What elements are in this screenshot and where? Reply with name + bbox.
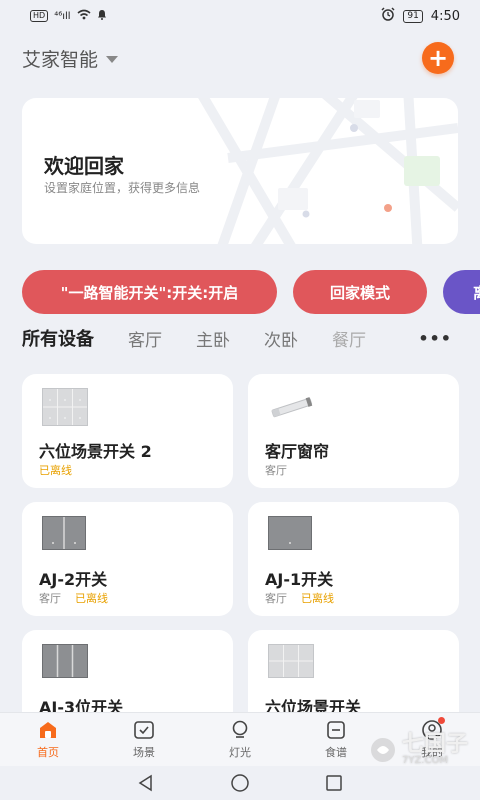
device-status: 已离线 [75,592,108,605]
device-room: 客厅 [265,592,287,605]
welcome-card[interactable]: 欢迎回家 设置家庭位置，获得更多信息 [22,98,458,244]
six-scene-switch-icon [268,644,314,678]
wifi-icon [77,9,91,23]
nav-home[interactable]: 首页 [18,719,78,760]
nav-home-label: 首页 [37,746,59,759]
device-card[interactable]: AJ-1开关 客厅 已离线 [248,502,459,616]
device-meta: 客厅 已离线 [39,590,108,606]
nav-light[interactable]: 灯光 [210,719,270,760]
clock: 4:50 [430,8,460,24]
header: 艾家智能 + [0,38,480,78]
scene-icon [134,721,154,739]
home-icon [40,722,56,738]
scene-chip-row: "一路智能开关":开关:开启 回家模式 离 [22,270,480,314]
device-name: AJ-2开关 [39,570,108,589]
recipe-icon [327,721,345,739]
back-icon[interactable] [137,774,155,792]
tab-second-bedroom[interactable]: 次卧 [264,326,298,351]
status-left: HD ⁴⁶ıll [30,9,107,23]
scene-chip-smart-switch[interactable]: "一路智能开关":开关:开启 [22,270,277,314]
map-illustration [198,98,458,244]
device-card[interactable]: 六位场景开关 2 已离线 [22,374,233,488]
device-room: 客厅 [39,592,61,605]
curtain-motor-icon [271,397,313,418]
room-tabs: 所有设备 客厅 主卧 次卧 餐厅 [22,322,480,354]
device-meta: 客厅 已离线 [265,590,334,606]
hd-icon: HD [30,10,49,22]
nav-scene[interactable]: 场景 [114,719,174,760]
two-gang-switch-icon [42,516,86,550]
nav-recipe[interactable]: 食谱 [306,719,366,760]
home-selector[interactable]: 艾家智能 [22,45,119,72]
device-name: 六位场景开关 2 [39,442,152,461]
nav-light-label: 灯光 [229,746,251,759]
device-card[interactable]: AJ-2开关 客厅 已离线 [22,502,233,616]
nav-recipe-label: 食谱 [325,746,347,759]
device-status: 已离线 [39,464,72,477]
welcome-title: 欢迎回家 [44,154,124,178]
watermark: 七国子 7YZ.COM [368,734,468,766]
system-nav-bar [0,766,480,800]
watermark-url: 7YZ.COM [401,755,448,766]
device-card[interactable]: 客厅窗帘 客厅 [248,374,459,488]
alarm-icon [381,7,395,25]
add-button[interactable]: + [422,42,454,74]
home-name: 艾家智能 [22,48,99,71]
three-gang-switch-icon [42,644,88,678]
nav-scene-label: 场景 [133,746,155,759]
battery-icon: 91 [403,9,423,23]
device-meta: 已离线 [39,462,72,478]
status-right: 91 4:50 [381,7,460,25]
watermark-text: 七国子 [401,732,468,757]
device-name: 客厅窗帘 [265,442,330,461]
bulb-icon [232,720,248,738]
notification-dot [438,717,445,724]
caret-down-icon [106,55,119,63]
scene-chip-leave[interactable]: 离 [443,270,480,314]
tab-living-room[interactable]: 客厅 [128,326,162,351]
status-bar: HD ⁴⁶ıll 91 4:50 [0,0,480,32]
watermark-logo-icon [370,738,395,762]
device-meta: 客厅 [265,462,287,478]
notification-bell-icon [97,9,107,23]
signal-icon: ⁴⁶ıll [54,10,71,22]
tab-dining-room[interactable]: 餐厅 [332,326,366,351]
six-scene-switch-icon [42,388,88,426]
home-circle-icon[interactable] [230,773,250,793]
one-gang-switch-icon [268,516,312,550]
welcome-subtitle: 设置家庭位置，获得更多信息 [44,181,201,195]
device-name: AJ-1开关 [265,570,334,589]
scene-chip-home-mode[interactable]: 回家模式 [293,270,427,314]
tab-all-devices[interactable]: 所有设备 [22,325,94,351]
tab-master-bedroom[interactable]: 主卧 [196,326,230,351]
device-status: 已离线 [301,592,334,605]
recents-icon[interactable] [325,774,343,792]
more-tabs-button[interactable]: ••• [418,329,452,348]
device-room: 客厅 [265,464,287,477]
